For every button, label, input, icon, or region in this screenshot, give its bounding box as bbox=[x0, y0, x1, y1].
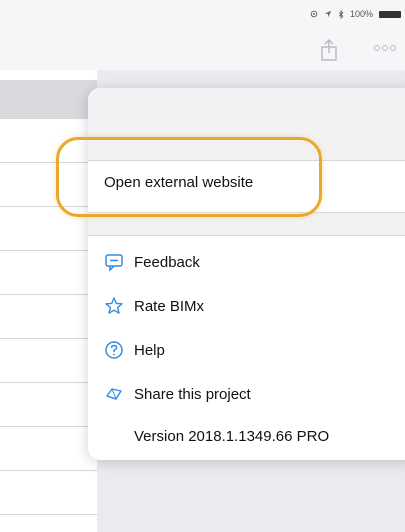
share-project-item[interactable]: Share this project bbox=[88, 374, 405, 414]
list-divider bbox=[0, 294, 97, 295]
list-divider bbox=[0, 514, 97, 515]
feedback-item[interactable]: Feedback bbox=[88, 242, 405, 282]
rate-bimx-label: Rate BIMx bbox=[134, 297, 205, 315]
nav-bar bbox=[0, 26, 405, 70]
speech-bubble-icon bbox=[105, 254, 123, 272]
feedback-label: Feedback bbox=[134, 253, 200, 271]
more-button[interactable] bbox=[372, 41, 398, 55]
list-divider bbox=[0, 382, 97, 383]
list-header bbox=[0, 80, 97, 118]
location-icon bbox=[310, 10, 318, 18]
battery-icon bbox=[379, 10, 401, 18]
share-project-label: Share this project bbox=[134, 385, 251, 403]
help-label: Help bbox=[134, 341, 165, 359]
version-label: Version 2018.1.1349.66 PRO bbox=[134, 427, 330, 445]
star-icon bbox=[105, 297, 123, 314]
share-project-icon bbox=[106, 388, 122, 400]
help-icon bbox=[105, 341, 123, 359]
list-divider bbox=[0, 250, 97, 251]
status-indicators: 100% bbox=[310, 8, 401, 20]
highlight-annotation bbox=[56, 137, 322, 217]
share-button[interactable] bbox=[318, 38, 340, 62]
list-divider bbox=[0, 426, 97, 427]
more-dot bbox=[382, 45, 388, 51]
version-item: Version 2018.1.1349.66 PRO bbox=[88, 416, 405, 456]
more-dot bbox=[390, 45, 396, 51]
help-item[interactable]: Help bbox=[88, 330, 405, 370]
share-icon bbox=[321, 39, 337, 61]
battery-percent: 100% bbox=[349, 9, 373, 19]
navigation-arrow-icon bbox=[324, 10, 332, 18]
status-bar: 100% bbox=[0, 0, 405, 26]
menu-separator bbox=[88, 235, 405, 236]
list-divider bbox=[0, 118, 97, 119]
more-dots-icon bbox=[374, 45, 380, 51]
rate-bimx-item[interactable]: Rate BIMx bbox=[88, 286, 405, 326]
list-divider bbox=[0, 470, 97, 471]
list-divider bbox=[0, 338, 97, 339]
bluetooth-icon bbox=[338, 9, 344, 19]
